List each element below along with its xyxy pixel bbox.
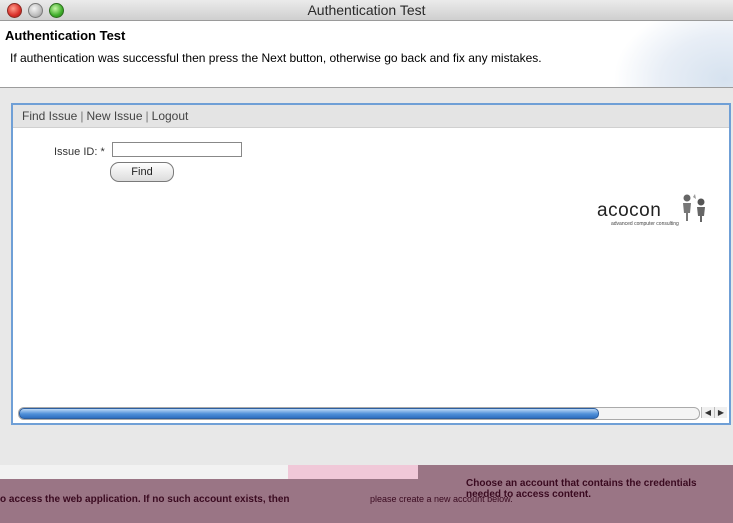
nav-bar: Find Issue | New Issue | Logout xyxy=(13,105,729,128)
new-issue-link[interactable]: New Issue xyxy=(86,109,142,123)
find-button[interactable]: Find xyxy=(110,162,174,182)
logo-tagline: advanced computer consulting xyxy=(611,221,679,227)
page-title: Authentication Test xyxy=(5,28,126,43)
wizard-header: Authentication Test If authentication wa… xyxy=(0,21,733,88)
horizontal-scrollbar-thumb[interactable] xyxy=(19,408,599,419)
find-issue-link[interactable]: Find Issue xyxy=(22,109,77,123)
window-titlebar: Authentication Test xyxy=(0,0,733,21)
hint-text-right: Choose an account that contains the cred… xyxy=(466,478,697,500)
logo-figures-icon xyxy=(683,194,705,222)
scroll-right-arrow-icon[interactable]: ▶ xyxy=(714,407,727,418)
nav-separator: | xyxy=(145,109,149,123)
hint-text-left: o access the web application. If no such… xyxy=(0,494,290,505)
window-title: Authentication Test xyxy=(307,2,426,18)
bottom-overlay-highlight xyxy=(288,465,418,479)
header-decoration xyxy=(613,21,733,87)
acocon-logo: acocon xyxy=(597,200,662,221)
scroll-left-arrow-icon[interactable]: ◀ xyxy=(701,407,714,418)
issue-id-label: Issue ID: * xyxy=(54,146,105,158)
page-description: If authentication was successful then pr… xyxy=(10,51,542,65)
logout-link[interactable]: Logout xyxy=(152,109,189,123)
browser-panel: Find Issue | New Issue | Logout Issue ID: * … xyxy=(11,103,731,425)
issue-id-input[interactable] xyxy=(112,142,242,157)
